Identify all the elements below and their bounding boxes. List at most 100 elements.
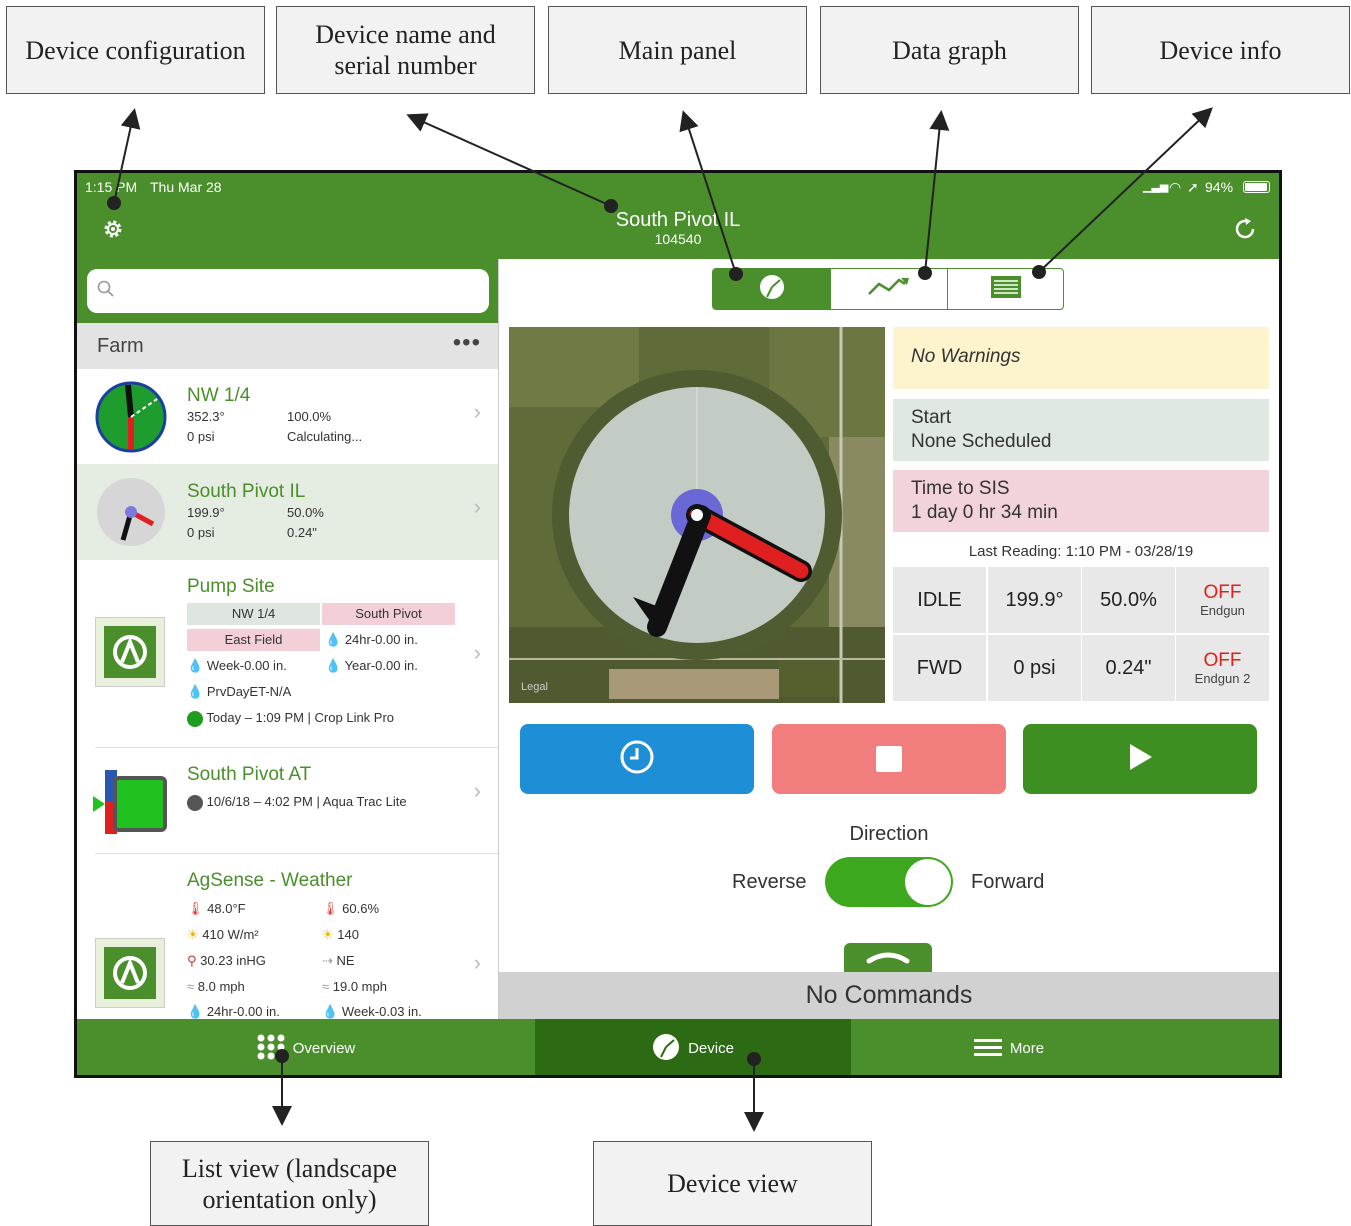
- angle-cell: 199.9°: [988, 567, 1081, 633]
- tab-overview-label: Overview: [292, 1040, 356, 1057]
- pie-gauge-icon: [652, 1033, 680, 1065]
- sis-box[interactable]: Time to SIS 1 day 0 hr 34 min: [893, 470, 1269, 532]
- percent-value: 50.0%: [287, 505, 324, 520]
- farm-label: Farm: [97, 335, 144, 357]
- chevron-right-icon: ›: [473, 640, 481, 665]
- chevron-right-icon: ›: [473, 950, 481, 975]
- pressure-value: 0 psi: [187, 525, 215, 540]
- list-item-weather[interactable]: AgSense - Weather 🌡 48.0°F 🌡 60.6% ☀ 410…: [77, 854, 498, 1019]
- prvday-et: 💧 PrvDayET-N/A: [187, 684, 292, 699]
- sun-icon: ☀: [322, 927, 334, 942]
- status-bar: 1:15 PM Thu Mar 28 ▁▃▅ ◠ ➚ 94% South Piv…: [77, 173, 1279, 259]
- chevron-right-icon: ›: [473, 494, 481, 519]
- callout-device-configuration: Device configuration: [6, 6, 265, 94]
- percent-cell: 50.0%: [1082, 567, 1175, 633]
- tab-device-info[interactable]: [947, 269, 1063, 309]
- view-segmented-control: [712, 268, 1064, 310]
- rain-24hr: 💧 24hr-0.00 in.: [325, 632, 418, 647]
- map-legal-label[interactable]: Legal: [521, 681, 548, 693]
- rain-24hr: 💧 24hr-0.00 in.: [187, 1004, 280, 1019]
- device-title: Pump Site: [187, 576, 275, 597]
- grid-dots-icon: [257, 1034, 285, 1064]
- start-box[interactable]: Start None Scheduled: [893, 399, 1269, 461]
- cropLink-logo-icon: [95, 938, 165, 1008]
- start-label: Start: [911, 407, 952, 428]
- endgun-value: OFF: [1203, 581, 1242, 603]
- line-graph-icon: [867, 276, 911, 303]
- signal-icon: ▁▃▅: [1143, 181, 1169, 193]
- tab-main-panel[interactable]: [713, 269, 830, 309]
- droplet-icon: 💧: [322, 1004, 339, 1019]
- solar-secondary: ☀ 140: [322, 927, 359, 942]
- tab-device[interactable]: Device: [535, 1019, 851, 1075]
- chevron-up-icon: [866, 949, 910, 970]
- endgun2-value: OFF: [1203, 649, 1242, 671]
- battery-percent: 94%: [1205, 179, 1234, 195]
- rain-week: 💧 Week-0.03 in.: [322, 1004, 422, 1019]
- status-date: Thu Mar 28: [150, 179, 222, 195]
- callout-main-panel: Main panel: [548, 6, 807, 94]
- list-item-south-pivot-at[interactable]: South Pivot AT 10/6/18 – 4:02 PM | Aqua …: [77, 748, 498, 854]
- pivot-map[interactable]: Legal: [509, 327, 885, 703]
- tab-overview[interactable]: Overview: [77, 1019, 535, 1075]
- rain-week: 💧 Week-0.00 in.: [187, 658, 287, 673]
- forward-label: Forward: [971, 871, 1045, 893]
- direction-value: FWD: [916, 656, 963, 679]
- humidity: 🌡 60.6%: [322, 901, 380, 916]
- sun-icon: ☀: [187, 927, 199, 942]
- search-bar: [77, 259, 498, 323]
- warnings-text: No Warnings: [911, 346, 1021, 367]
- menu-icon: [973, 1038, 1002, 1060]
- direction-toggle[interactable]: [825, 857, 953, 907]
- bottom-tab-bar: Overview Device More: [77, 1019, 1279, 1075]
- direction-title: Direction: [849, 823, 929, 845]
- wind-direction: ⇢ NE: [322, 953, 355, 968]
- start-value: None Scheduled: [911, 431, 1052, 452]
- device-title: South Pivot IL: [187, 481, 306, 502]
- tag-nw: NW 1/4: [187, 603, 320, 625]
- sis-value: 1 day 0 hr 34 min: [911, 502, 1058, 523]
- list-item-pump-site[interactable]: Pump Site NW 1/4 South Pivot East Field …: [77, 560, 498, 748]
- info-list-icon: [991, 275, 1021, 303]
- clock-icon: [619, 739, 655, 780]
- endgun2-cell[interactable]: OFF Endgun 2: [1176, 635, 1269, 701]
- angle-value: 199.9°: [1005, 588, 1064, 611]
- search-input[interactable]: [87, 269, 489, 313]
- pressure-value: 0 psi: [1013, 656, 1056, 679]
- callout-device-info: Device info: [1091, 6, 1350, 94]
- pivot-status-icon: [95, 476, 167, 553]
- farm-header: Farm •••: [77, 323, 498, 369]
- list-view: Farm ••• NW 1/4 352.3° 100.0% 0 psi Calc…: [77, 259, 499, 1019]
- battery-icon: [1243, 181, 1270, 193]
- start-button[interactable]: [1023, 724, 1257, 794]
- refresh-icon[interactable]: [1231, 215, 1259, 248]
- schedule-button[interactable]: [520, 724, 754, 794]
- tag-east-field: East Field: [187, 629, 320, 651]
- pressure-cell: 0 psi: [988, 635, 1081, 701]
- callout-text: Device name and serial number: [315, 20, 496, 80]
- pivot-status-icon: [95, 381, 167, 458]
- list-item-south-pivot-il[interactable]: South Pivot IL 199.9° 50.0% 0 psi 0.24" …: [77, 464, 498, 560]
- device-name: South Pivot IL: [615, 209, 741, 231]
- list-item-nw[interactable]: NW 1/4 352.3° 100.0% 0 psi Calculating..…: [77, 369, 498, 464]
- tab-data-graph[interactable]: [830, 269, 947, 309]
- device-title: NW 1/4: [187, 385, 251, 406]
- location-icon: ➚: [1187, 179, 1199, 195]
- commands-expand-handle[interactable]: [844, 943, 932, 975]
- barometric-pressure: ⚲ 30.23 inHG: [187, 953, 266, 968]
- last-update: Today – 1:09 PM | Crop Link Pro: [187, 710, 394, 727]
- thermometer-icon: 🌡: [187, 901, 204, 916]
- tab-more[interactable]: More: [851, 1019, 1167, 1075]
- pie-gauge-icon: [758, 273, 786, 306]
- endgun-cell[interactable]: OFF Endgun: [1176, 567, 1269, 633]
- device-serial: 104540: [654, 231, 702, 247]
- solar-radiation: ☀ 410 W/m²: [187, 927, 259, 942]
- callout-text: Data graph: [892, 35, 1007, 65]
- more-dots-icon[interactable]: •••: [453, 329, 481, 357]
- callout-device-view: Device view: [593, 1141, 872, 1226]
- stop-button[interactable]: [772, 724, 1006, 794]
- callout-text: Device configuration: [25, 35, 246, 65]
- commands-bar[interactable]: No Commands: [499, 972, 1279, 1019]
- sis-label: Time to SIS: [911, 478, 1010, 499]
- callout-list-view: List view (landscape orientation only): [150, 1141, 429, 1226]
